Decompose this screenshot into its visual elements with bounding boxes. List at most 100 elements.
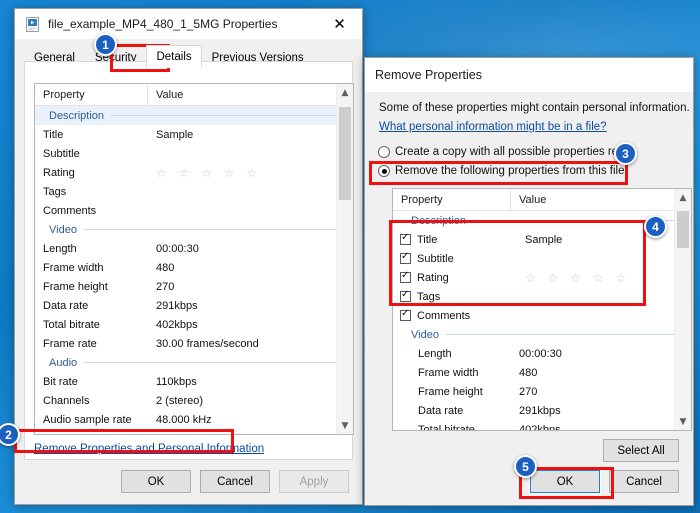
tab-details[interactable]: Details	[146, 45, 202, 68]
properties-button-row: OK Cancel Apply	[121, 470, 349, 493]
group-label: Video	[411, 328, 439, 341]
table-row[interactable]: Audio sample rate 48.000 kHz	[35, 410, 353, 429]
chevron-up-icon[interactable]: ▲	[337, 84, 353, 101]
scrollbar-thumb[interactable]	[677, 211, 689, 248]
rating-stars-icon[interactable]: ☆ ☆ ☆ ☆ ☆	[148, 166, 353, 180]
table-row[interactable]: Frame width 480	[35, 258, 353, 277]
group-description: Description	[35, 106, 353, 125]
group-divider	[445, 334, 677, 335]
group-divider	[83, 229, 339, 230]
row-property: Data rate	[43, 299, 89, 312]
row-value: 48.000 kHz	[156, 413, 212, 426]
list-item[interactable]: Comments	[393, 306, 691, 325]
row-property: Data rate	[418, 404, 464, 417]
row-value: 00:00:30	[519, 347, 562, 360]
step-badge-1: 1	[94, 33, 117, 56]
row-value: 291kbps	[519, 404, 561, 417]
row-property: Frame rate	[43, 337, 97, 350]
row-value: 402kbps	[156, 318, 198, 331]
properties-list[interactable]: Property Value Description Title Sample …	[34, 83, 354, 435]
row-property: Title	[43, 128, 64, 141]
row-value: 110kbps	[156, 375, 197, 388]
close-icon[interactable]: ✕	[317, 9, 362, 39]
table-row[interactable]: Tags	[35, 182, 353, 201]
group-video: Video	[393, 325, 691, 344]
ok-button[interactable]: OK	[121, 470, 191, 493]
group-video: Video	[35, 220, 353, 239]
row-property: Bit rate	[43, 375, 78, 388]
column-header-value: Value	[519, 193, 547, 206]
scrollbar-thumb[interactable]	[339, 107, 351, 200]
row-property: Subtitle	[43, 147, 80, 160]
row-property: Frame width	[43, 261, 104, 274]
remove-dialog-description: Some of these properties might contain p…	[379, 102, 690, 114]
apply-button: Apply	[279, 470, 349, 493]
list-item[interactable]: Total bitrate 402kbps	[393, 420, 691, 431]
help-link-row: What personal information might be in a …	[379, 121, 607, 133]
row-property: Channels	[43, 394, 90, 407]
properties-titlebar: file_example_MP4_480_1_5MG Properties ✕	[15, 9, 362, 39]
table-row[interactable]: Comments	[35, 201, 353, 220]
table-row[interactable]: Length 00:00:30	[35, 239, 353, 258]
row-property: Total bitrate	[418, 423, 475, 431]
group-label: Description	[49, 109, 105, 122]
properties-list-body: Description Title Sample Subtitle Rating…	[35, 106, 353, 434]
highlight-description-checkboxes	[389, 220, 646, 306]
table-row[interactable]: Frame rate 30.00 frames/second	[35, 334, 353, 353]
remove-list-header: Property Value	[393, 189, 691, 211]
table-row[interactable]: Subtitle	[35, 144, 353, 163]
step-badge-5: 5	[514, 455, 537, 478]
row-property: Length	[43, 242, 77, 255]
row-value: 00:00:30	[156, 242, 199, 255]
remove-dialog-title: Remove Properties	[375, 68, 482, 82]
properties-list-scrollbar[interactable]: ▲ ▼	[336, 84, 353, 434]
row-property: Tags	[43, 185, 67, 198]
create-copy-radio-label: Create a copy with all possible properti…	[395, 146, 635, 158]
row-value: 291kbps	[156, 299, 198, 312]
table-row[interactable]: Bit rate 110kbps	[35, 372, 353, 391]
personal-information-help-link[interactable]: What personal information might be in a …	[379, 121, 607, 133]
remove-list-scrollbar[interactable]: ▲ ▼	[674, 189, 691, 430]
remove-dialog-cancel-button[interactable]: Cancel	[609, 470, 679, 493]
row-property: Length	[418, 347, 452, 360]
select-all-button[interactable]: Select All	[603, 439, 679, 462]
highlight-remove-link	[14, 429, 234, 453]
table-row[interactable]: Rating ☆ ☆ ☆ ☆ ☆	[35, 163, 353, 182]
group-divider	[111, 115, 339, 116]
step-badge-3: 3	[614, 142, 637, 165]
step-badge-4: 4	[644, 215, 667, 238]
row-property: Comments	[43, 204, 97, 217]
checkbox-comments[interactable]	[400, 308, 411, 321]
group-label: Video	[49, 223, 77, 236]
table-row[interactable]: Frame height 270	[35, 277, 353, 296]
row-value: 30.00 frames/second	[156, 337, 259, 350]
remove-titlebar: Remove Properties	[365, 58, 693, 92]
properties-list-header: Property Value	[35, 84, 353, 106]
table-row[interactable]: Title Sample	[35, 125, 353, 144]
group-divider	[84, 362, 339, 363]
list-item[interactable]: Data rate 291kbps	[393, 401, 691, 420]
table-row[interactable]: Data rate 291kbps	[35, 296, 353, 315]
group-audio: Audio	[35, 353, 353, 372]
chevron-down-icon[interactable]: ▼	[337, 417, 353, 434]
cancel-button[interactable]: Cancel	[200, 470, 270, 493]
row-property: Audio sample rate	[43, 413, 132, 426]
properties-title: file_example_MP4_480_1_5MG Properties	[48, 17, 278, 31]
row-property: Frame height	[418, 385, 483, 398]
list-item[interactable]: Frame height 270	[393, 382, 691, 401]
group-label: Audio	[49, 356, 78, 369]
create-copy-radio[interactable]: Create a copy with all possible properti…	[378, 146, 634, 158]
list-item[interactable]: Frame width 480	[393, 363, 691, 382]
table-row[interactable]: Total bitrate 402kbps	[35, 315, 353, 334]
highlight-remove-radio	[369, 161, 628, 185]
row-value: 270	[519, 385, 538, 398]
video-file-icon	[25, 16, 40, 32]
table-row[interactable]: Channels 2 (stereo)	[35, 391, 353, 410]
radio-button-icon	[378, 146, 390, 158]
column-header-property: Property	[393, 189, 511, 210]
chevron-down-icon[interactable]: ▼	[675, 413, 691, 430]
column-header-value: Value	[156, 88, 184, 101]
list-item[interactable]: Length 00:00:30	[393, 344, 691, 363]
row-value: 2 (stereo)	[156, 394, 204, 407]
chevron-up-icon[interactable]: ▲	[675, 189, 691, 206]
